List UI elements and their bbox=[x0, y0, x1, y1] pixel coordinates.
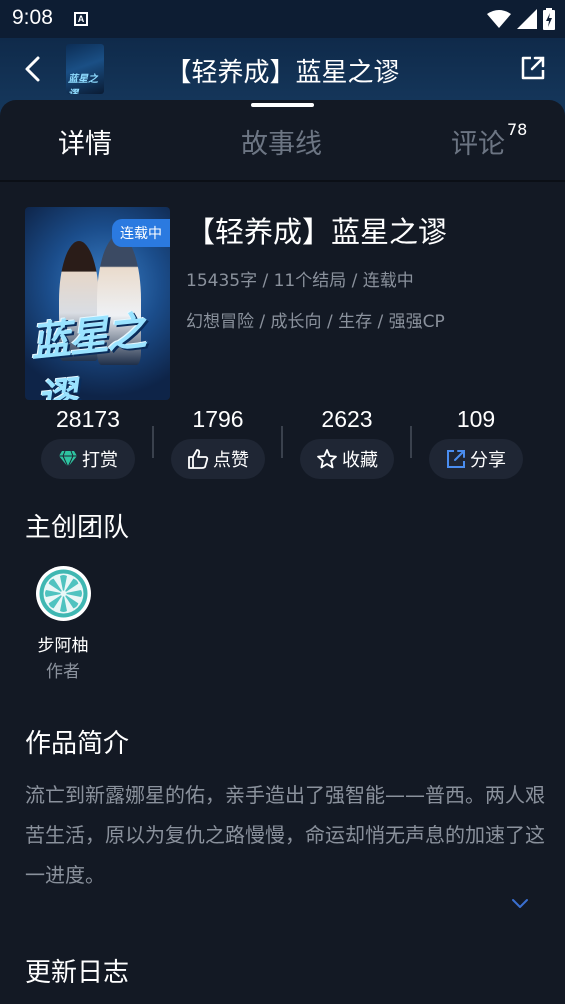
status-time: 9:08 bbox=[12, 6, 53, 29]
stat-like: 1796 点赞 bbox=[168, 406, 268, 479]
tab-bar: 详情 故事线 评论 78 bbox=[0, 112, 565, 180]
like-label: 点赞 bbox=[213, 450, 249, 471]
share-icon[interactable] bbox=[519, 54, 547, 82]
book-meta: 15435字 / 11个结局 / 连载中 bbox=[186, 271, 414, 291]
diamond-icon bbox=[59, 450, 77, 468]
stat-separator bbox=[281, 426, 283, 458]
like-button[interactable]: 点赞 bbox=[171, 439, 265, 479]
stat-tip: 28173 打赏 bbox=[38, 406, 138, 479]
stats-row: 28173 打赏 1796 点赞 2623 收藏 109 分享 bbox=[0, 406, 565, 486]
chevron-down-icon[interactable] bbox=[510, 896, 530, 910]
changelog-section-title: 更新日志 bbox=[25, 958, 130, 988]
stat-separator bbox=[152, 426, 154, 458]
wifi-icon bbox=[487, 10, 511, 28]
tip-count: 28173 bbox=[56, 406, 120, 432]
stat-separator bbox=[410, 426, 412, 458]
tabs-divider bbox=[0, 180, 565, 182]
serializing-badge: 连载中 bbox=[112, 219, 170, 247]
thumbs-up-icon bbox=[188, 449, 209, 469]
star-icon bbox=[317, 449, 337, 469]
stat-share: 109 分享 bbox=[426, 406, 526, 479]
drag-handle[interactable] bbox=[251, 103, 314, 107]
favorite-button[interactable]: 收藏 bbox=[300, 439, 394, 479]
creator-role: 作者 bbox=[46, 662, 80, 682]
like-count: 1796 bbox=[192, 406, 244, 432]
avatar[interactable] bbox=[36, 566, 91, 621]
favorite-label: 收藏 bbox=[342, 450, 378, 471]
signal-icon bbox=[517, 9, 537, 29]
status-bar: 9:08 A bbox=[0, 0, 565, 38]
tab-details[interactable]: 详情 bbox=[58, 122, 112, 161]
tip-label: 打赏 bbox=[82, 450, 118, 471]
status-icons bbox=[487, 8, 555, 30]
book-cover[interactable]: 连载中 蓝星之谬 bbox=[25, 207, 170, 400]
battery-icon bbox=[543, 8, 555, 30]
tab-storyline[interactable]: 故事线 bbox=[241, 122, 322, 161]
creator-name[interactable]: 步阿柚 bbox=[28, 631, 98, 656]
tab-comments[interactable]: 评论 bbox=[451, 122, 505, 161]
notification-a-icon: A bbox=[74, 12, 88, 26]
intro-text: 流亡到新露娜星的佑，亲手造出了强智能——普西。两人艰苦生活，原以为复仇之路慢慢，… bbox=[25, 783, 545, 887]
stat-favorite: 2623 收藏 bbox=[297, 406, 397, 479]
share-button[interactable]: 分享 bbox=[429, 439, 523, 479]
header-title: 【轻养成】蓝星之谬 bbox=[165, 58, 400, 88]
share-label: 分享 bbox=[470, 450, 506, 471]
favorite-count: 2623 bbox=[321, 406, 373, 432]
lemon-avatar-icon bbox=[39, 569, 88, 618]
intro-section-title: 作品简介 bbox=[25, 729, 130, 759]
team-section-title: 主创团队 bbox=[25, 513, 130, 543]
comments-count-badge: 78 bbox=[507, 120, 528, 139]
share-count: 109 bbox=[456, 406, 496, 432]
cover-title-art: 蓝星之谬 bbox=[28, 308, 147, 400]
tip-button[interactable]: 打赏 bbox=[41, 439, 135, 479]
book-tags: 幻想冒险 / 成长向 / 生存 / 强强CP bbox=[186, 312, 445, 332]
book-title: 【轻养成】蓝星之谬 bbox=[186, 215, 448, 249]
share-icon bbox=[447, 450, 465, 468]
